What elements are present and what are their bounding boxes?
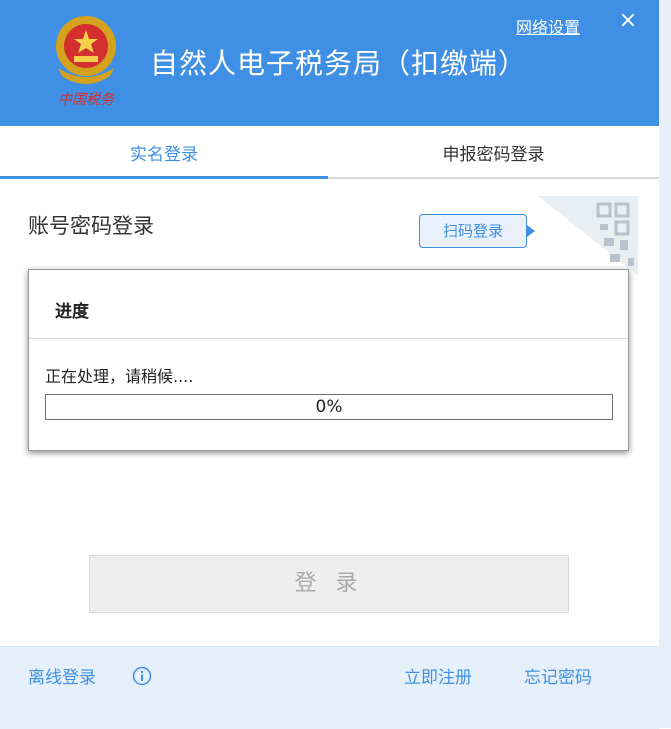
processing-message: 正在处理，请稍候....: [45, 367, 194, 386]
title-bar: 中国税务 自然人电子税务局（扣缴端） 网络设置 ×: [0, 0, 659, 126]
dialog-title: 进度: [55, 302, 89, 322]
tab-declaration-password-login[interactable]: 申报密码登录: [328, 126, 659, 179]
forgot-password-link[interactable]: 忘记密码: [524, 663, 592, 688]
offline-login-link[interactable]: 离线登录: [28, 663, 96, 688]
close-icon[interactable]: ×: [617, 10, 639, 32]
tab-real-name-login[interactable]: 实名登录: [0, 126, 328, 179]
info-icon[interactable]: [132, 666, 152, 686]
qr-code-icon[interactable]: [538, 196, 638, 276]
progress-dialog: 进度 正在处理，请稍候.... 0%: [28, 269, 629, 451]
account-password-login-title: 账号密码登录: [28, 214, 154, 238]
progress-bar: 0%: [45, 394, 613, 420]
app-title: 自然人电子税务局（扣缴端）: [150, 47, 528, 80]
register-link[interactable]: 立即注册: [404, 663, 472, 688]
dialog-divider: [29, 338, 628, 339]
login-tabs: 实名登录 申报密码登录: [0, 126, 659, 179]
progress-percent-label: 0%: [315, 397, 343, 417]
footer-bar: 离线登录 立即注册 忘记密码: [0, 646, 659, 729]
scan-login-button[interactable]: 扫码登录: [419, 214, 535, 248]
window-edge: [659, 0, 671, 728]
tax-emblem-logo: 中国税务: [56, 16, 116, 108]
network-settings-link[interactable]: 网络设置: [516, 14, 580, 38]
login-button[interactable]: 登 录: [89, 555, 569, 613]
logo-calligraphy: 中国税务: [58, 92, 115, 108]
